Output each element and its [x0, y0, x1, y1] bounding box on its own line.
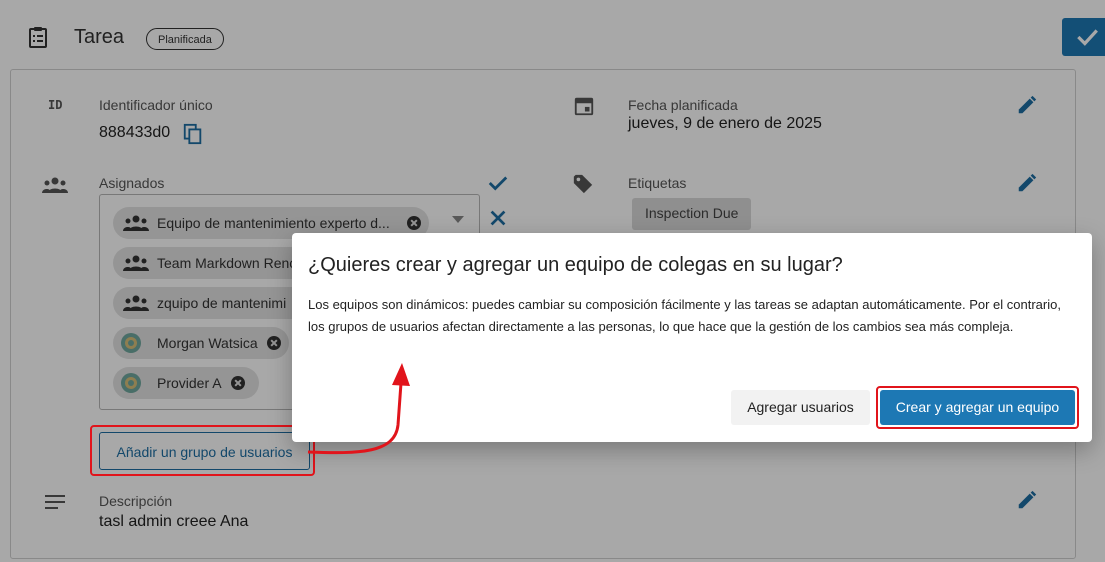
dialog-body: Los equipos son dinámicos: puedes cambia…: [308, 297, 1061, 334]
annotation-arrow: [307, 363, 410, 455]
dialog-title: ¿Quieres crear y agregar un equipo de co…: [308, 254, 843, 276]
create-team-button[interactable]: Crear y agregar un equipo: [880, 390, 1075, 425]
highlight-box-add-group: [90, 425, 315, 476]
add-users-button[interactable]: Agregar usuarios: [731, 390, 870, 425]
